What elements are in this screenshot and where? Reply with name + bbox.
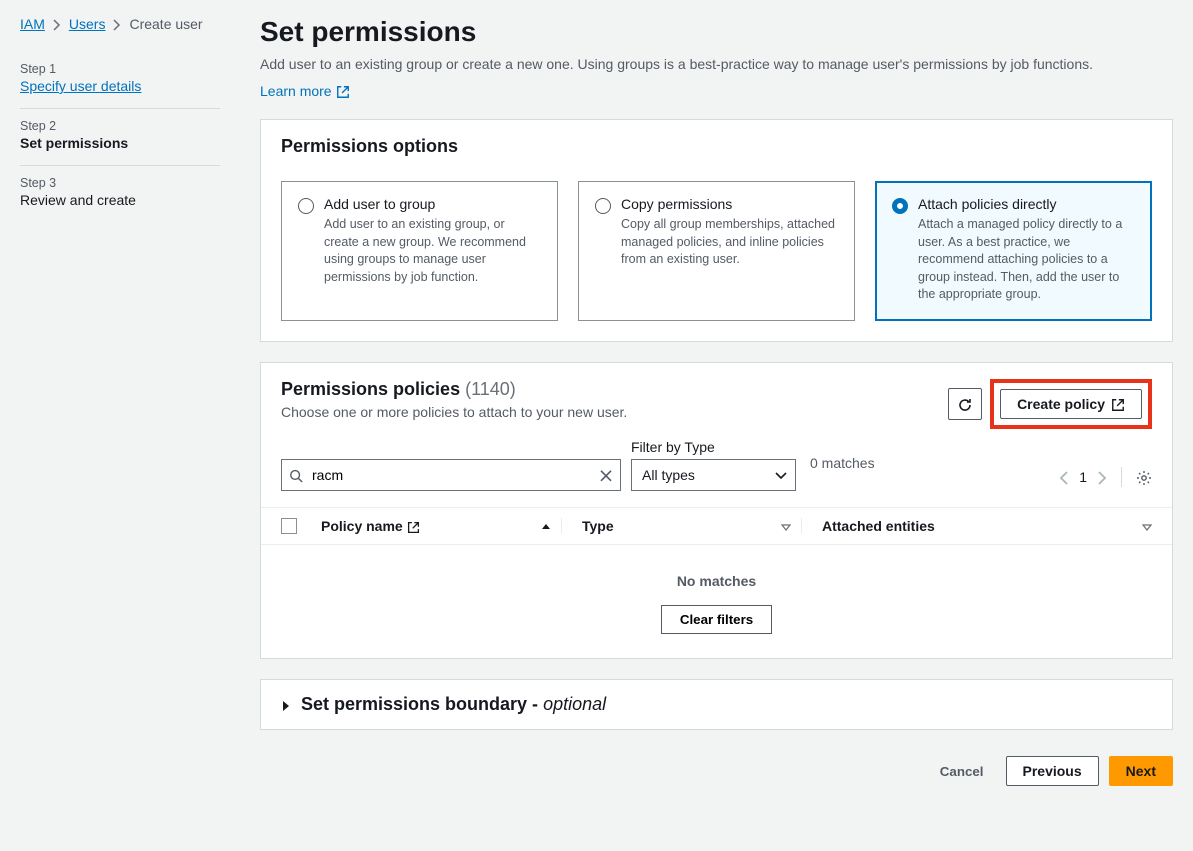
- policies-table-header: Policy name Type Attached entities: [261, 507, 1172, 545]
- create-policy-label: Create policy: [1017, 396, 1105, 412]
- policies-title: Permissions policies (1140): [281, 379, 516, 399]
- col-policy-name[interactable]: Policy name: [321, 518, 551, 534]
- page-title: Set permissions: [260, 16, 1173, 48]
- step-2-title: Set permissions: [20, 135, 220, 151]
- option-add-to-group-title: Add user to group: [324, 196, 541, 212]
- option-add-to-group[interactable]: Add user to group Add user to an existin…: [281, 181, 558, 321]
- wizard-footer: Cancel Previous Next: [260, 750, 1173, 786]
- radio-icon: [595, 198, 611, 214]
- option-attach-policies-title: Attach policies directly: [918, 196, 1135, 212]
- select-all-checkbox[interactable]: [281, 518, 311, 534]
- sort-desc-icon: [1142, 518, 1152, 534]
- step-3-title: Review and create: [20, 192, 220, 208]
- chevron-right-icon: [53, 16, 61, 32]
- learn-more-link[interactable]: Learn more: [260, 83, 350, 99]
- boundary-title: Set permissions boundary - optional: [301, 694, 606, 715]
- col-type[interactable]: Type: [561, 518, 791, 534]
- page-number: 1: [1079, 469, 1087, 485]
- permissions-policies-panel: Permissions policies (1140) Choose one o…: [260, 362, 1173, 659]
- policies-title-text: Permissions policies: [281, 379, 460, 399]
- external-link-icon: [336, 83, 350, 99]
- radio-icon: [298, 198, 314, 214]
- step-3: Step 3 Review and create: [20, 166, 220, 222]
- option-copy-permissions-desc: Copy all group memberships, attached man…: [621, 216, 838, 269]
- permissions-options-panel: Permissions options Add user to group Ad…: [260, 119, 1173, 342]
- chevron-right-icon: [113, 16, 121, 32]
- clear-search-icon[interactable]: [599, 467, 613, 483]
- boundary-optional-text: optional: [543, 694, 606, 714]
- next-button[interactable]: Next: [1109, 756, 1173, 786]
- type-filter-select[interactable]: All types: [631, 459, 796, 491]
- refresh-button[interactable]: [948, 388, 982, 419]
- option-copy-permissions[interactable]: Copy permissions Copy all group membersh…: [578, 181, 855, 321]
- breadcrumb: IAM Users Create user: [20, 16, 220, 32]
- col-attached-entities[interactable]: Attached entities: [801, 518, 1152, 534]
- option-add-to-group-desc: Add user to an existing group, or create…: [324, 216, 541, 286]
- matches-count: 0 matches: [810, 455, 875, 471]
- step-1-label: Step 1: [20, 62, 220, 76]
- page-next-button[interactable]: [1097, 469, 1107, 485]
- learn-more-text: Learn more: [260, 83, 332, 99]
- external-link-icon: [407, 518, 420, 534]
- permissions-options-title: Permissions options: [281, 136, 1152, 157]
- caret-right-icon: [281, 697, 291, 713]
- previous-button[interactable]: Previous: [1006, 756, 1099, 786]
- breadcrumb-iam[interactable]: IAM: [20, 16, 45, 32]
- filter-type-label: Filter by Type: [631, 439, 796, 455]
- step-2: Step 2 Set permissions: [20, 109, 220, 166]
- sort-asc-icon: [541, 518, 551, 534]
- option-attach-policies-desc: Attach a managed policy directly to a us…: [918, 216, 1135, 304]
- col-policy-name-label: Policy name: [321, 518, 403, 534]
- pagination: 1: [1059, 467, 1152, 487]
- breadcrumb-users[interactable]: Users: [69, 16, 106, 32]
- policies-subtext: Choose one or more policies to attach to…: [281, 404, 627, 420]
- breadcrumb-current: Create user: [129, 16, 202, 32]
- option-attach-policies[interactable]: Attach policies directly Attach a manage…: [875, 181, 1152, 321]
- no-matches-text: No matches: [261, 573, 1172, 589]
- external-link-icon: [1111, 396, 1125, 412]
- caret-down-icon: [775, 467, 787, 483]
- policy-search: [281, 459, 621, 491]
- policies-count: (1140): [465, 379, 516, 399]
- policy-search-input[interactable]: [281, 459, 621, 491]
- col-attached-label: Attached entities: [822, 518, 935, 534]
- refresh-icon: [957, 395, 973, 412]
- empty-state: No matches Clear filters: [261, 545, 1172, 658]
- cancel-button[interactable]: Cancel: [928, 756, 996, 786]
- search-icon: [289, 467, 303, 483]
- step-2-label: Step 2: [20, 119, 220, 133]
- create-policy-button[interactable]: Create policy: [1000, 389, 1142, 419]
- divider: [1121, 467, 1122, 487]
- settings-button[interactable]: [1136, 468, 1152, 485]
- permissions-boundary-toggle[interactable]: Set permissions boundary - optional: [260, 679, 1173, 730]
- step-3-label: Step 3: [20, 176, 220, 190]
- col-type-label: Type: [582, 518, 614, 534]
- sort-desc-icon: [781, 518, 791, 534]
- step-1-title[interactable]: Specify user details: [20, 78, 141, 94]
- page-prev-button[interactable]: [1059, 469, 1069, 485]
- wizard-steps: Step 1 Specify user details Step 2 Set p…: [20, 52, 220, 222]
- page-description: Add user to an existing group or create …: [260, 54, 1173, 75]
- type-filter-value: All types: [642, 467, 695, 483]
- radio-icon: [892, 198, 908, 214]
- option-copy-permissions-title: Copy permissions: [621, 196, 838, 212]
- step-1[interactable]: Step 1 Specify user details: [20, 52, 220, 109]
- clear-filters-button[interactable]: Clear filters: [661, 605, 772, 634]
- create-policy-highlight: Create policy: [990, 379, 1152, 429]
